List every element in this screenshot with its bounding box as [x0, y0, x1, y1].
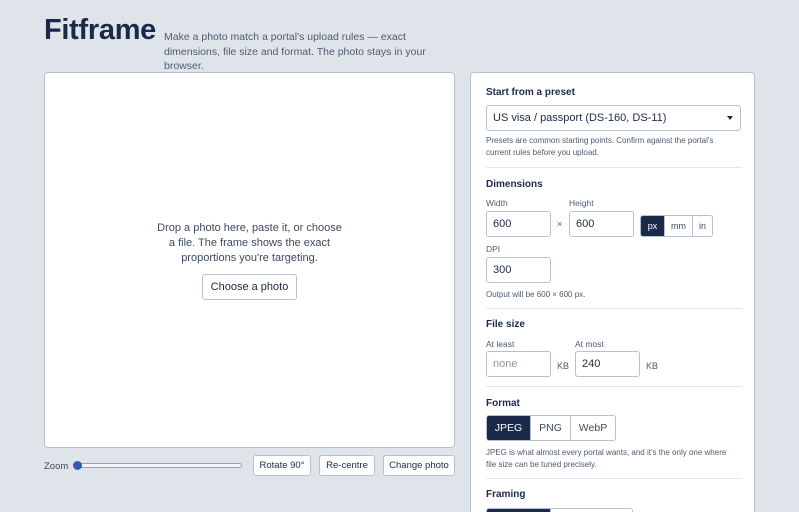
app-title: Fitframe — [44, 14, 157, 46]
divider — [486, 386, 742, 387]
format-toggle: JPEG PNG WebP — [486, 415, 616, 441]
width-label: Width — [486, 198, 508, 208]
times-sign: × — [557, 219, 563, 229]
choose-photo-button[interactable]: Choose a photo — [201, 274, 298, 300]
settings-panel: Start from a preset US visa / passport (… — [470, 72, 755, 512]
min-size-unit: KB — [557, 361, 570, 371]
format-png-option[interactable]: PNG — [530, 416, 570, 440]
preset-section-title: Start from a preset — [486, 87, 575, 98]
format-section-title: Format — [486, 398, 520, 409]
app-page: Fitframe Make a photo match a portal's u… — [0, 0, 799, 512]
unit-px-option[interactable]: px — [641, 216, 664, 236]
app-tagline: Make a photo match a portal's upload rul… — [164, 31, 426, 72]
max-size-input[interactable]: 240 — [575, 351, 640, 377]
height-label: Height — [569, 198, 594, 208]
divider — [486, 308, 742, 309]
unit-in-option[interactable]: in — [692, 216, 712, 236]
filesize-section-title: File size — [486, 319, 525, 330]
min-size-input[interactable]: none — [486, 351, 551, 377]
preset-select[interactable]: US visa / passport (DS-160, DS-11) — [486, 105, 741, 131]
max-size-unit: KB — [646, 361, 659, 371]
framing-toggle — [486, 508, 633, 512]
chevron-down-icon — [727, 116, 733, 120]
divider — [486, 478, 742, 479]
dpi-input[interactable]: 300 — [486, 257, 551, 283]
unit-mm-option[interactable]: mm — [664, 216, 692, 236]
photo-drop-zone[interactable]: Drop a photo here, paste it, or choose a… — [44, 72, 455, 448]
height-input[interactable]: 600 — [569, 211, 634, 237]
drop-zone-prompt: Drop a photo here, paste it, or choose a… — [157, 222, 342, 264]
max-size-label: At most — [575, 339, 604, 349]
output-size-text: Output will be 600 × 600 px. — [486, 290, 586, 299]
preset-help: Presets are common starting points. Conf… — [486, 136, 714, 157]
zoom-slider-thumb[interactable] — [73, 461, 82, 470]
drop-zone-content: Drop a photo here, paste it, or choose a… — [45, 221, 454, 300]
framing-section-title: Framing — [486, 489, 526, 500]
unit-toggle: px mm in — [640, 215, 713, 237]
dpi-label: DPI — [486, 244, 501, 254]
width-input[interactable]: 600 — [486, 211, 551, 237]
zoom-label: Zoom — [44, 461, 69, 472]
format-jpeg-option[interactable]: JPEG — [487, 416, 530, 440]
rotate-button[interactable]: Rotate 90° — [253, 455, 311, 476]
divider — [486, 167, 742, 168]
format-webp-option[interactable]: WebP — [570, 416, 615, 440]
zoom-slider-track[interactable] — [75, 463, 242, 468]
min-size-label: At least — [486, 339, 515, 349]
format-help: JPEG is what almost every portal wants, … — [486, 448, 727, 469]
preset-selected-value: US visa / passport (DS-160, DS-11) — [493, 112, 667, 124]
change-photo-button[interactable]: Change photo — [383, 455, 455, 476]
dimensions-section-title: Dimensions — [486, 179, 543, 190]
recentre-button[interactable]: Re-centre — [319, 455, 375, 476]
